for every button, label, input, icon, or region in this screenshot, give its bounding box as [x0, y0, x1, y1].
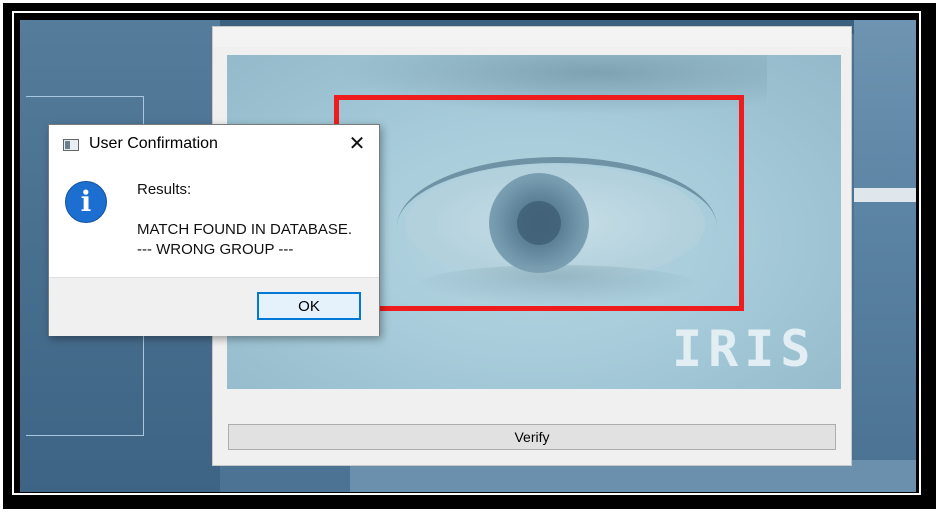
iris-overlay-label: IRIS: [672, 320, 817, 378]
info-icon: i: [65, 181, 107, 223]
background-window-edge: [854, 188, 916, 202]
message-line-match: MATCH FOUND IN DATABASE.: [137, 221, 353, 238]
window-app-icon: [63, 139, 79, 151]
message-line-group: --- WRONG GROUP ---: [137, 241, 294, 258]
desktop-background-right: [854, 20, 916, 492]
dialog-title: User Confirmation: [89, 135, 218, 152]
window-top-bar: [213, 27, 851, 47]
dialog-footer: OK: [49, 277, 379, 336]
user-confirmation-dialog: User Confirmation ✕ i Results: MATCH FOU…: [48, 124, 380, 336]
dialog-titlebar: User Confirmation ✕: [49, 125, 379, 165]
ok-button[interactable]: OK: [257, 292, 361, 320]
iris-detection-box: [334, 95, 744, 311]
message-heading: Results:: [137, 181, 192, 198]
verify-button[interactable]: Verify: [228, 424, 836, 450]
close-icon[interactable]: ✕: [345, 132, 369, 156]
